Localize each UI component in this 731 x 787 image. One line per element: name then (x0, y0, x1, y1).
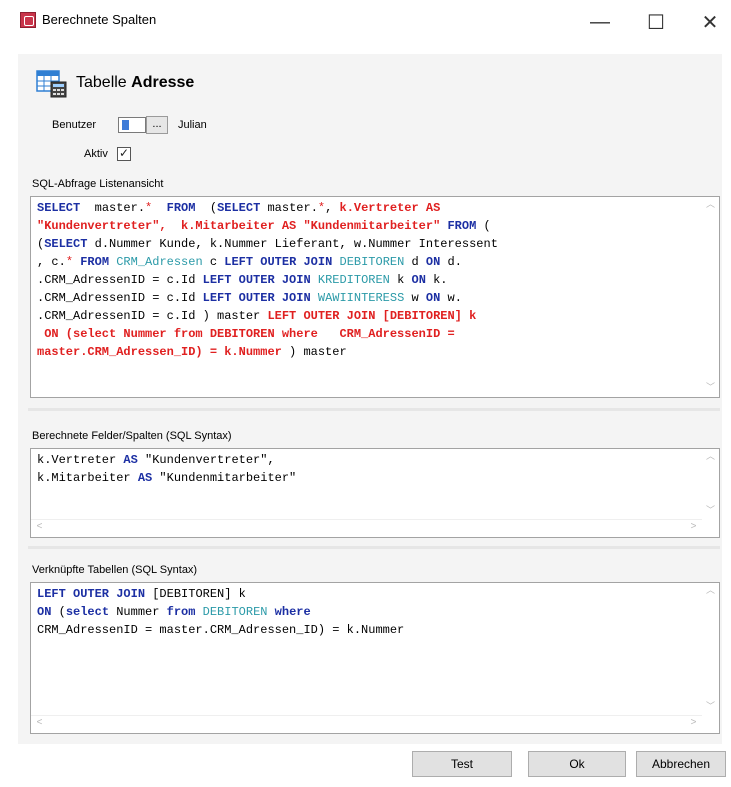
code-line: ON (select Nummer from DEBITOREN where (37, 605, 311, 619)
code-line: master.CRM_Adressen_ID) = k.Nummer ) mas… (37, 345, 347, 359)
minimize-button[interactable]: — (578, 7, 622, 37)
table-heading: Tabelle Adresse (76, 74, 194, 92)
title-bar: Berechnete Spalten — ☐ ✕ (0, 0, 731, 44)
scroll-left-icon[interactable]: < (31, 716, 48, 733)
joined-tables-vscrollbar[interactable]: ︿ ﹀ (702, 583, 719, 716)
sql-query-label: SQL-Abfrage Listenansicht (32, 178, 164, 190)
code-line: "Kundenvertreter", k.Mitarbeiter AS "Kun… (37, 219, 491, 233)
code-line: , c.* FROM CRM_Adressen c LEFT OUTER JOI… (37, 255, 462, 269)
table-icon (36, 70, 67, 98)
cancel-button[interactable]: Abbrechen (636, 751, 726, 777)
joined-tables-editor[interactable]: LEFT OUTER JOIN [DEBITOREN] k ON (select … (30, 582, 720, 734)
scroll-up-icon[interactable]: ︿ (702, 197, 719, 214)
active-label: Aktiv (84, 148, 108, 160)
code-line: (SELECT d.Nummer Kunde, k.Nummer Liefera… (37, 237, 498, 251)
scroll-right-icon[interactable]: > (685, 520, 702, 537)
table-label: Tabelle (76, 74, 127, 91)
scroll-up-icon[interactable]: ︿ (702, 449, 719, 466)
code-line: SELECT master.* FROM (SELECT master.*, k… (37, 201, 441, 215)
close-button[interactable]: ✕ (688, 7, 731, 37)
test-button[interactable]: Test (412, 751, 512, 777)
divider (28, 546, 720, 549)
code-line: LEFT OUTER JOIN [DEBITOREN] k (37, 587, 246, 601)
active-checkbox[interactable]: ✓ (117, 147, 131, 161)
computed-fields-label: Berechnete Felder/Spalten (SQL Syntax) (32, 430, 232, 442)
user-browse-button[interactable]: ... (146, 116, 168, 134)
divider (28, 408, 720, 411)
scroll-down-icon[interactable]: ﹀ (702, 699, 719, 716)
sql-query-code: SELECT master.* FROM (SELECT master.*, k… (37, 199, 498, 361)
scroll-right-icon[interactable]: > (685, 716, 702, 733)
code-line: k.Mitarbeiter AS "Kundenmitarbeiter" (37, 471, 297, 485)
computed-fields-vscrollbar[interactable]: ︿ ﹀ (702, 449, 719, 520)
code-line: k.Vertreter AS "Kundenvertreter", (37, 453, 275, 467)
scroll-left-icon[interactable]: < (31, 520, 48, 537)
code-line: .CRM_AdressenID = c.Id LEFT OUTER JOIN W… (37, 291, 462, 305)
sql-query-editor[interactable]: SELECT master.* FROM (SELECT master.*, k… (30, 196, 720, 398)
user-field[interactable] (118, 117, 146, 133)
scroll-up-icon[interactable]: ︿ (702, 583, 719, 600)
app-icon (20, 12, 36, 28)
joined-tables-label: Verknüpfte Tabellen (SQL Syntax) (32, 564, 198, 576)
joined-tables-code: LEFT OUTER JOIN [DEBITOREN] k ON (select … (37, 585, 404, 639)
ok-button[interactable]: Ok (528, 751, 626, 777)
maximize-button[interactable]: ☐ (634, 7, 678, 37)
computed-fields-hscrollbar[interactable]: < > (31, 519, 702, 537)
window-title: Berechnete Spalten (42, 12, 157, 27)
user-label: Benutzer (52, 119, 97, 131)
joined-tables-hscrollbar[interactable]: < > (31, 715, 702, 733)
sql-query-vscrollbar[interactable]: ︿ ﹀ (702, 197, 719, 397)
code-line: CRM_AdressenID = master.CRM_Adressen_ID)… (37, 623, 405, 637)
computed-fields-editor[interactable]: k.Vertreter AS "Kundenvertreter", k.Mitar… (30, 448, 720, 538)
code-line: .CRM_AdressenID = c.Id LEFT OUTER JOIN K… (37, 273, 448, 287)
table-name: Adresse (131, 74, 195, 91)
scroll-down-icon[interactable]: ﹀ (702, 380, 719, 397)
code-line: .CRM_AdressenID = c.Id ) master LEFT OUT… (37, 309, 477, 323)
code-line: ON (select Nummer from DEBITOREN where C… (37, 327, 455, 341)
computed-fields-code: k.Vertreter AS "Kundenvertreter", k.Mitar… (37, 451, 296, 487)
user-value: Julian (178, 119, 207, 131)
scroll-down-icon[interactable]: ﹀ (702, 503, 719, 520)
